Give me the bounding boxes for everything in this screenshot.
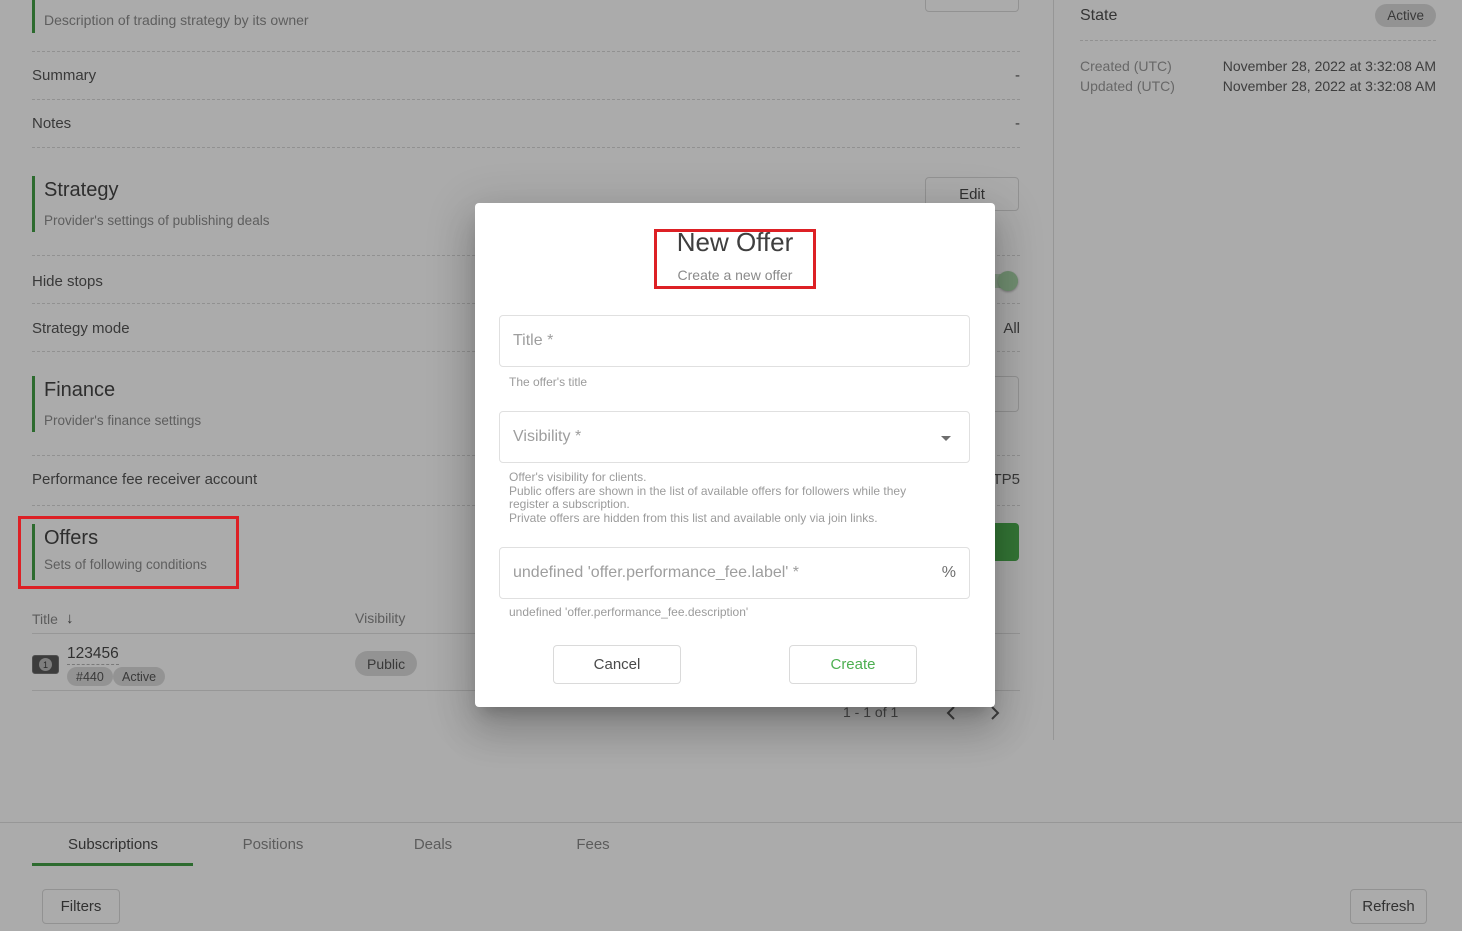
percent-suffix: %: [942, 564, 956, 582]
performance-fee-input[interactable]: [499, 547, 970, 599]
visibility-select-placeholder: Visibility *: [513, 428, 581, 446]
fee-helper-text: undefined 'offer.performance_fee.descrip…: [509, 606, 748, 620]
performance-fee-field: %: [499, 547, 970, 599]
offer-title-input[interactable]: [499, 315, 970, 367]
create-button[interactable]: Create: [789, 645, 917, 684]
title-helper-text: The offer's title: [509, 376, 587, 390]
visibility-select[interactable]: Visibility *: [499, 411, 970, 463]
cancel-button[interactable]: Cancel: [553, 645, 681, 684]
visibility-helper-text: Offer's visibility for clients. Public o…: [509, 471, 949, 525]
annotation-box-new-offer-title: [654, 229, 816, 289]
chevron-down-icon: [941, 436, 951, 441]
annotation-box-offers-section: [18, 516, 239, 589]
